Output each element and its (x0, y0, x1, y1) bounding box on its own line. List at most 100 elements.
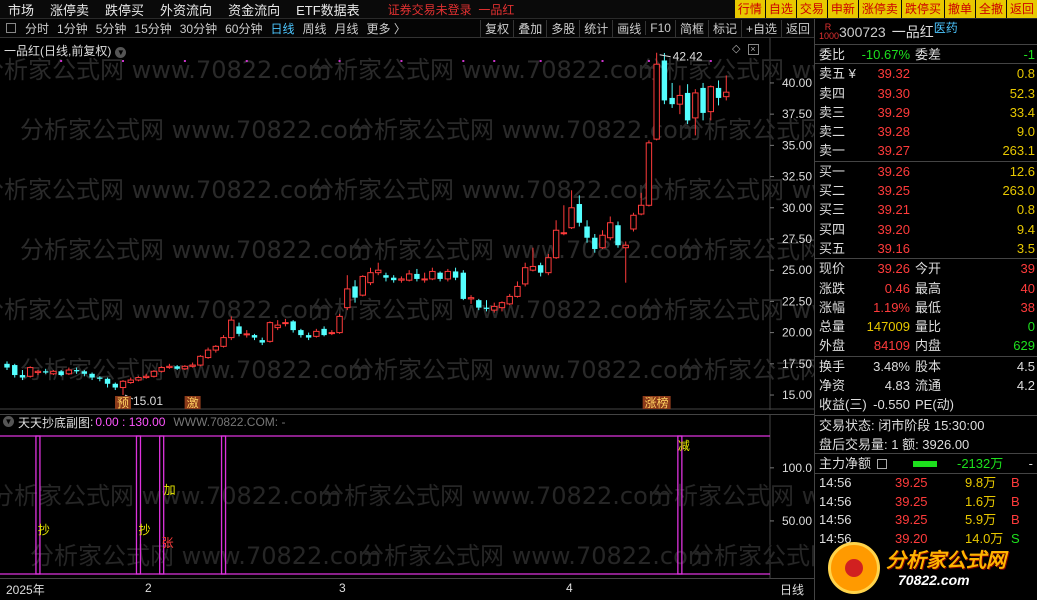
stat-value: 3.48% (873, 358, 910, 374)
quick-button-6[interactable]: 撤单 (944, 0, 975, 18)
chevron-down-icon[interactable]: ▼ (3, 416, 14, 427)
event-marker[interactable]: 涨榜 (645, 395, 669, 410)
candle-body (684, 92, 691, 121)
period-tab-4[interactable]: 30分钟 (176, 20, 221, 37)
toolbar-button-8[interactable]: +自选 (740, 19, 781, 37)
watermark-text: 分析家公式网 www.70822.com (350, 356, 701, 384)
date-axis-period[interactable]: 日线 (780, 581, 804, 598)
candle-body (491, 305, 498, 311)
candle[interactable] (645, 140, 653, 207)
sells-row[interactable]: 卖五 ¥ 39.32 0.8 (815, 64, 1037, 83)
quick-button-7[interactable]: 全撤 (975, 0, 1006, 18)
period-tab-9[interactable]: 更多 〉 (363, 20, 410, 37)
toolbar-button-4[interactable]: 画线 (612, 19, 645, 37)
quick-button-8[interactable]: 返回 (1006, 0, 1037, 18)
menu-item-foreign-flow[interactable]: 外资流向 (152, 0, 220, 19)
candle[interactable] (228, 316, 235, 341)
candle-body (328, 332, 336, 335)
quick-button-3[interactable]: 申新 (827, 0, 858, 18)
quick-button-2[interactable]: 交易 (796, 0, 827, 18)
candle[interactable] (615, 221, 621, 248)
candle[interactable] (135, 376, 142, 382)
menu-item-etf-table[interactable]: ETF数据表 (288, 0, 368, 19)
buys-row[interactable]: 买四 39.20 9.4 (815, 220, 1037, 239)
toolbar-button-7[interactable]: 标记 (707, 19, 741, 37)
stat-row: 现价 39.26 今开 39 (815, 259, 1037, 278)
toolbar-button-1[interactable]: 叠加 (513, 19, 546, 37)
diamond-icon[interactable]: ◇ (732, 43, 740, 55)
candle[interactable] (158, 366, 165, 373)
watermark-text: 分析家公式网 www.70822.com (690, 542, 814, 570)
quick-button-5[interactable]: 跌停买 (901, 0, 944, 18)
period-tab-1[interactable]: 1分钟 (53, 20, 92, 37)
period-tab-6[interactable]: 日线 (266, 20, 298, 37)
watermark-text: 分析家公式网 www.70822.com (310, 56, 661, 84)
toolbar-button-6[interactable]: 简框 (674, 19, 708, 37)
stat-label: 外盘 (819, 338, 846, 354)
buys-row[interactable]: 买一 39.26 12.6 (815, 162, 1037, 181)
grid-icon[interactable] (6, 23, 16, 33)
candle[interactable] (336, 313, 343, 334)
toolbar-button-2[interactable]: 多股 (546, 19, 579, 37)
main-flow-row[interactable]: 主力净额 -2132万 - (815, 454, 1037, 475)
candle[interactable] (266, 321, 274, 343)
candle-body (537, 265, 544, 273)
candle[interactable] (661, 52, 668, 105)
quick-button-1[interactable]: 自选 (765, 0, 796, 18)
list-icon[interactable] (877, 459, 887, 470)
candle[interactable] (359, 275, 366, 297)
stat-value-2: 629 (1013, 338, 1035, 354)
candle[interactable] (653, 52, 660, 141)
quick-button-0[interactable]: 行情 (734, 0, 765, 18)
menu-item-market[interactable]: 市场 (0, 0, 42, 19)
book-price: 39.21 (877, 202, 910, 218)
chart-title-text: 一品红(日线,前复权) (4, 44, 112, 58)
tick-time: 14:56 (819, 512, 852, 528)
period-tab-0[interactable]: 分时 (21, 20, 53, 37)
stock-industry[interactable]: 医药 (934, 19, 958, 36)
low-label: 15.01 (133, 394, 163, 408)
candle[interactable] (630, 212, 637, 232)
candle[interactable] (460, 270, 467, 301)
menu-item-limit-up-sell[interactable]: 涨停卖 (42, 0, 97, 19)
watermark-text: 分析家公式网 www.70822.com (650, 482, 814, 510)
chevron-down-icon[interactable]: ▼ (115, 47, 127, 58)
close-icon[interactable]: × (747, 44, 759, 55)
sells-row[interactable]: 卖一 39.27 263.1 (815, 141, 1037, 160)
toolbar-button-9[interactable]: 返回 (780, 19, 814, 37)
candlestick-chart[interactable]: 分析家公式网 www.70822.com 分析家公式网 www.70822.com… (0, 38, 814, 410)
period-tab-7[interactable]: 周线 (298, 20, 330, 37)
period-tab-5[interactable]: 60分钟 (221, 20, 266, 37)
toolbar-button-0[interactable]: 复权 (480, 19, 513, 37)
candle[interactable] (197, 355, 204, 367)
candle-body (352, 286, 358, 298)
candle-body (529, 265, 537, 271)
toolbar-button-3[interactable]: 统计 (579, 19, 612, 37)
quick-button-4[interactable]: 涨停卖 (858, 0, 901, 18)
candle[interactable] (150, 370, 158, 378)
period-tab-2[interactable]: 5分钟 (92, 20, 131, 37)
toolbar-button-5[interactable]: F10 (645, 21, 675, 35)
candle[interactable] (50, 370, 57, 376)
stat-label-2: 流通 (915, 378, 942, 394)
candle[interactable] (181, 365, 189, 371)
signal-dot (245, 60, 248, 62)
menu-item-limit-down-buy[interactable]: 跌停买 (97, 0, 152, 19)
buys-row[interactable]: 买二 39.25 263.0 (815, 181, 1037, 200)
sells-row[interactable]: 卖四 39.30 52.3 (815, 84, 1037, 103)
period-tab-3[interactable]: 15分钟 (130, 20, 175, 37)
buy-book: 买一 39.26 12.6 买二 39.25 263.0 买三 39.21 0.8 买四 39.20… (815, 162, 1037, 260)
stock-code: 300723 (839, 23, 886, 40)
sells-row[interactable]: 卖三 39.29 33.4 (815, 103, 1037, 122)
buys-row[interactable]: 买三 39.21 0.8 (815, 200, 1037, 219)
buys-row[interactable]: 买五 39.16 3.5 (815, 239, 1037, 258)
login-status[interactable]: 证券交易未登录 一品红 (388, 1, 515, 18)
menu-item-fund-flow[interactable]: 资金流向 (220, 0, 288, 19)
event-marker[interactable]: 激 (187, 396, 199, 410)
candle[interactable] (26, 366, 34, 378)
sells-row[interactable]: 卖二 39.28 9.0 (815, 122, 1037, 141)
period-tab-8[interactable]: 月线 (331, 20, 363, 37)
event-marker[interactable]: 预 (117, 396, 129, 410)
indicator-chart[interactable]: 分析家公式网 www.70822.com 分析家公式网 www.70822.com… (0, 414, 814, 578)
signal-dot (709, 60, 712, 62)
